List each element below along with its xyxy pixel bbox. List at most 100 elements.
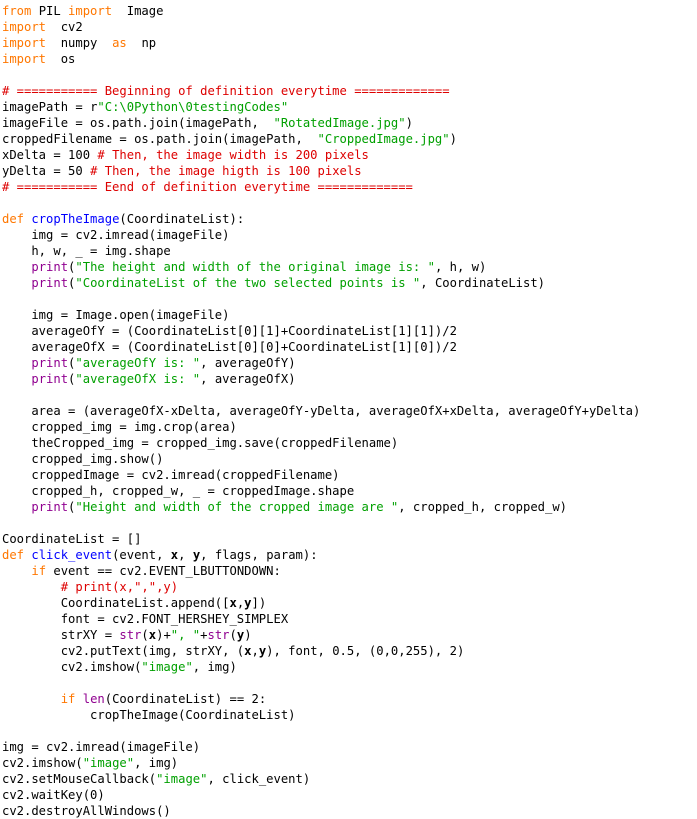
code-token-plain: ,: [178, 548, 193, 562]
code-token-comment: # print(x,",",y): [60, 580, 179, 594]
code-line: print("CoordinateList of the two selecte…: [2, 275, 697, 291]
code-token-plain: , averageOfX): [200, 372, 296, 386]
code-token-plain: cropped_img.show(): [2, 452, 164, 466]
code-token-plain: yDelta = 50: [2, 164, 91, 178]
code-token-plain: cv2.imshow(: [2, 756, 83, 770]
code-token-plain: Image: [112, 4, 164, 18]
code-token-plain: , click_event): [207, 772, 311, 786]
code-listing[interactable]: from PIL import Image import cv2 import nu…: [0, 0, 697, 819]
code-token-plain: ): [405, 116, 413, 130]
code-token-plain: imagePath =: [2, 100, 91, 114]
code-token-plain: , averageOfY): [200, 356, 296, 370]
code-line: cv2.putText(img, strXY, (x,y), font, 0.5…: [2, 643, 697, 659]
code-token-string: "image": [141, 660, 193, 674]
code-token-plain: PIL: [31, 4, 69, 18]
code-token-plain: ): [449, 132, 457, 146]
code-line: cropped_img = img.crop(area): [2, 419, 697, 435]
code-line: print("The height and width of the origi…: [2, 259, 697, 275]
code-token-string: "Height and width of the cropped image a…: [75, 500, 399, 514]
code-token-plain: croppedFilename = os.path.join(imagePath…: [2, 132, 318, 146]
code-token-plain: font = cv2.FONT_HERSHEY_SIMPLEX: [2, 612, 289, 626]
code-token-plain: cv2.putText(img, strXY, (: [2, 644, 245, 658]
code-line: print("averageOfX is: ", averageOfX): [2, 371, 697, 387]
code-token-plain: os: [46, 52, 76, 66]
code-line: img = cv2.imread(imageFile): [2, 739, 697, 755]
code-line: img = Image.open(imageFile): [2, 307, 697, 323]
code-token-plain: img = cv2.imread(imageFile): [2, 228, 230, 242]
code-token-plain: event == cv2.EVENT_LBUTTONDOWN:: [46, 564, 281, 578]
code-token-plain: cropped_img = img.crop(area): [2, 420, 237, 434]
code-token-plain: (CoordinateList):: [119, 212, 245, 226]
code-line: cv2.waitKey(0): [2, 787, 697, 803]
code-token-plain: cropped_h, cropped_w, _ = croppedImage.s…: [2, 484, 355, 498]
code-line: averageOfY = (CoordinateList[0][1]+Coord…: [2, 323, 697, 339]
code-token-plain: )+: [156, 628, 171, 642]
code-token-plain: imageFile = os.path.join(imagePath,: [2, 116, 274, 130]
code-token-plain: strXY =: [2, 628, 120, 642]
code-line: croppedFilename = os.path.join(imagePath…: [2, 131, 697, 147]
code-line: cropTheImage(CoordinateList): [2, 707, 697, 723]
code-token-plain: cv2.destroyAllWindows(): [2, 804, 171, 818]
code-token-builtin: len: [82, 692, 105, 706]
code-token-keyword: import: [2, 20, 47, 34]
code-token-comment: # Then, the image width is 200 pixels: [97, 148, 369, 162]
code-token-keyword: import: [2, 36, 47, 50]
code-token-plain: , h, w): [434, 260, 487, 274]
code-token-keyword: def: [2, 212, 25, 226]
code-token-plain: area = (averageOfX-xDelta, averageOfY-yD…: [2, 404, 641, 418]
code-token-string: "image": [156, 772, 208, 786]
code-token-param: x: [148, 628, 157, 642]
code-token-plain: , img): [134, 756, 179, 770]
code-token-keyword: import: [2, 52, 47, 66]
code-token-param: y: [244, 596, 252, 610]
code-token-builtin: print: [31, 356, 69, 370]
code-token-plain: h, w, _ = img.shape: [2, 244, 171, 258]
code-line: cv2.destroyAllWindows(): [2, 803, 697, 819]
code-token-plain: , CoordinateList): [420, 276, 546, 290]
code-line: imagePath = r"C:\0Python\0testingCodes": [2, 99, 697, 115]
code-token-keyword: from: [2, 4, 32, 18]
code-token-plain: cv2: [46, 20, 83, 34]
code-line: cv2.imshow("image", img): [2, 659, 697, 675]
code-token-plain: CoordinateList = []: [2, 532, 142, 546]
code-line: strXY = str(x)+", "+str(y): [2, 627, 697, 643]
code-line: print("averageOfY is: ", averageOfY): [2, 355, 697, 371]
code-token-keyword: if: [60, 692, 76, 706]
code-line: CoordinateList = []: [2, 531, 697, 547]
code-line: import cv2: [2, 19, 697, 35]
code-token-plain: , img): [192, 660, 237, 674]
code-line: h, w, _ = img.shape: [2, 243, 697, 259]
code-token-plain: croppedImage = cv2.imread(croppedFilenam…: [2, 468, 340, 482]
code-token-builtin: print: [31, 500, 69, 514]
code-token-plain: +: [200, 628, 208, 642]
code-token-keyword: as: [112, 36, 127, 50]
code-token-plain: cropTheImage(CoordinateList): [2, 708, 296, 722]
code-token-param: x: [229, 596, 237, 610]
code-token-plain: (: [229, 628, 237, 642]
code-token-defname: cropTheImage: [31, 212, 120, 226]
code-token-plain: ]): [251, 596, 267, 610]
code-token-comment: # Then, the image higth is 100 pixels: [90, 164, 362, 178]
code-line: def click_event(event, x, y, flags, para…: [2, 547, 697, 563]
code-token-keyword: def: [2, 548, 25, 562]
code-token-string: ", ": [170, 628, 201, 642]
code-line: cv2.setMouseCallback("image", click_even…: [2, 771, 697, 787]
code-token-builtin: print: [31, 260, 69, 274]
code-line: def cropTheImage(CoordinateList):: [2, 211, 697, 227]
code-line: import os: [2, 51, 697, 67]
code-token-plain: (event,: [112, 548, 171, 562]
code-token-string: "C:\0Python\0testingCodes": [97, 100, 289, 114]
code-token-string: "CroppedImage.jpg": [317, 132, 450, 146]
code-token-plain: ): [244, 628, 252, 642]
code-token-plain: , flags, param):: [200, 548, 318, 562]
code-line: # =========== Eend of definition everyti…: [2, 179, 697, 195]
